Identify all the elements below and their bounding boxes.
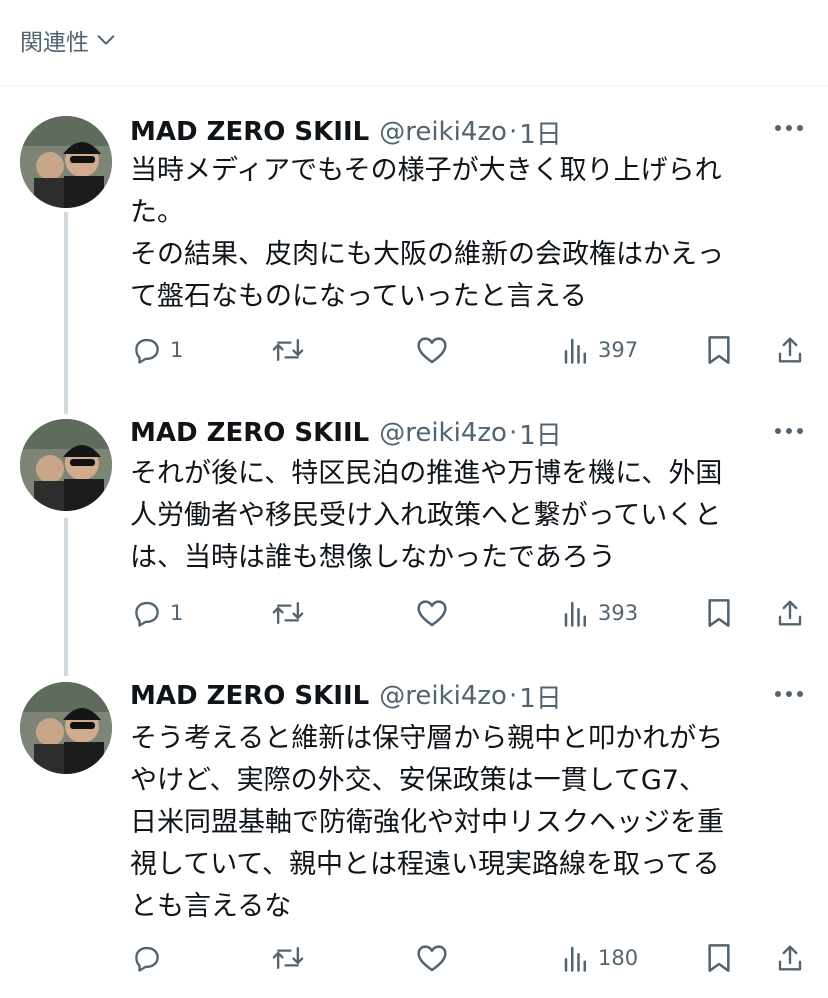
sort-label: 関連性 xyxy=(20,30,89,56)
like-button[interactable] xyxy=(416,938,456,978)
more-dots-icon[interactable] xyxy=(772,682,806,706)
tweet-text-line: た。 xyxy=(130,197,184,228)
views-bar-icon xyxy=(562,598,590,628)
tweet-header: MAD ZERO SKIIL @reiki4zo · 1日 xyxy=(130,114,562,150)
share-icon xyxy=(775,943,805,973)
tweet-actions: 180 xyxy=(0,938,828,978)
share-icon xyxy=(775,598,805,628)
user-handle[interactable]: @reiki4zo xyxy=(379,117,507,147)
tweet-text-line: それが後に、特区民泊の推進や万博を機に、外国 xyxy=(130,458,723,489)
bookmark-button[interactable] xyxy=(705,330,733,370)
views-button[interactable]: 397 xyxy=(562,330,638,370)
repost-button[interactable] xyxy=(272,593,312,633)
thread-line xyxy=(64,212,68,414)
reply-sort-header: 関連性 xyxy=(0,0,828,86)
tweet-text-line: て盤石なものになっていったと言える xyxy=(130,281,587,312)
timestamp[interactable]: 1日 xyxy=(519,678,562,715)
bookmark-icon xyxy=(705,334,733,366)
tweet-text-line: 人労働者や移民受け入れ政策へと繋がっていくと xyxy=(130,500,722,531)
bookmark-button[interactable] xyxy=(705,593,733,633)
timestamp[interactable]: 1日 xyxy=(519,114,562,151)
tweet-text-line: 当時メディアでもその様子が大きく取り上げられ xyxy=(130,155,722,186)
views-button[interactable]: 393 xyxy=(562,593,638,633)
heart-icon xyxy=(416,335,448,365)
view-count: 393 xyxy=(598,601,639,625)
share-button[interactable] xyxy=(775,330,805,370)
share-button[interactable] xyxy=(775,593,805,633)
view-count: 180 xyxy=(598,946,639,970)
tweet-text-line: やけど、実際の外交、安保政策は一貫してG7、 xyxy=(130,765,706,796)
avatar[interactable] xyxy=(20,682,112,774)
reply-button[interactable]: 1 xyxy=(132,593,183,633)
tweet-text-line: とも言えるな xyxy=(130,891,292,922)
bookmark-button[interactable] xyxy=(705,938,733,978)
tweet-text-line: その結果、皮肉にも大阪の維新の会政権はかえっ xyxy=(130,239,724,270)
tweet-actions: 1 393 xyxy=(0,593,828,633)
repost-icon xyxy=(272,335,304,365)
more-dots-icon[interactable] xyxy=(772,419,806,443)
display-name[interactable]: MAD ZERO SKIIL xyxy=(130,117,369,147)
repost-button[interactable] xyxy=(272,938,312,978)
views-bar-icon xyxy=(562,943,590,973)
tweet-text-line: は、当時は誰も想像しなかったであろう xyxy=(130,542,616,573)
tweet-text: それが後に、特区民泊の推進や万博を機に、外国 人労働者や移民受け入れ政策へと繋が… xyxy=(130,453,800,579)
repost-icon xyxy=(272,598,304,628)
timestamp[interactable]: 1日 xyxy=(519,415,562,452)
reply-count: 1 xyxy=(170,338,184,362)
chevron-down-icon xyxy=(95,29,117,51)
like-button[interactable] xyxy=(416,330,456,370)
display-name[interactable]: MAD ZERO SKIIL xyxy=(130,681,369,711)
bookmark-icon xyxy=(705,942,733,974)
reply-button[interactable] xyxy=(132,938,170,978)
views-bar-icon xyxy=(562,335,590,365)
tweet-header: MAD ZERO SKIIL @reiki4zo · 1日 xyxy=(130,678,562,714)
reply-count: 1 xyxy=(170,601,184,625)
reply-button[interactable]: 1 xyxy=(132,330,183,370)
reply-icon xyxy=(132,598,162,628)
separator-dot: · xyxy=(508,117,518,147)
avatar[interactable] xyxy=(20,419,112,511)
tweet-text: そう考えると維新は保守層から親中と叩かれがち やけど、実際の外交、安保政策は一貫… xyxy=(130,718,800,928)
more-dots-icon[interactable] xyxy=(772,116,806,140)
repost-button[interactable] xyxy=(272,330,312,370)
bookmark-icon xyxy=(705,597,733,629)
views-button[interactable]: 180 xyxy=(562,938,638,978)
share-button[interactable] xyxy=(775,938,805,978)
heart-icon xyxy=(416,598,448,628)
reply-icon xyxy=(132,943,162,973)
tweet-text: 当時メディアでもその様子が大きく取り上げられ た。 その結果、皮肉にも大阪の維新… xyxy=(130,150,800,318)
avatar[interactable] xyxy=(20,116,112,208)
like-button[interactable] xyxy=(416,593,456,633)
heart-icon xyxy=(416,943,448,973)
tweet-text-line: そう考えると維新は保守層から親中と叩かれがち xyxy=(130,723,724,754)
view-count: 397 xyxy=(598,338,639,362)
display-name[interactable]: MAD ZERO SKIIL xyxy=(130,418,369,448)
user-handle[interactable]: @reiki4zo xyxy=(379,418,507,448)
reply-icon xyxy=(132,335,162,365)
repost-icon xyxy=(272,943,304,973)
sort-dropdown[interactable]: 関連性 xyxy=(20,22,117,58)
tweet-actions: 1 397 xyxy=(0,330,828,370)
separator-dot: · xyxy=(508,681,518,711)
tweet-text-line: 視していて、親中とは程遠い現実路線を取ってる xyxy=(130,849,720,880)
tweet-text-line: 日米同盟基軸で防衛強化や対中リスクヘッジを重 xyxy=(130,807,724,838)
share-icon xyxy=(775,335,805,365)
separator-dot: · xyxy=(508,418,518,448)
tweet-header: MAD ZERO SKIIL @reiki4zo · 1日 xyxy=(130,415,562,451)
user-handle[interactable]: @reiki4zo xyxy=(379,681,507,711)
